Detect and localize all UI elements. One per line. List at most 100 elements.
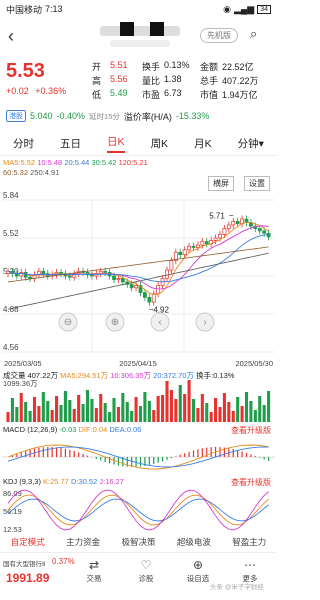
mktcap-label: 市值 bbox=[200, 90, 219, 100]
candle-body bbox=[147, 297, 152, 303]
change-value: +0.02 bbox=[6, 86, 29, 96]
premium-label: 溢价率(H/A) bbox=[123, 111, 172, 122]
ind-tab-custom[interactable]: 自定模式 bbox=[11, 536, 45, 552]
index-change: 0.37% bbox=[52, 557, 75, 566]
volume-bar bbox=[138, 406, 143, 422]
ind-tab-wave[interactable]: 超级电波 bbox=[177, 536, 211, 552]
tab-monthly-k[interactable]: 月K bbox=[194, 136, 212, 151]
nav-trade[interactable]: ⇄ 交易 bbox=[76, 557, 112, 584]
volume-bar bbox=[125, 402, 129, 422]
macd-bar bbox=[237, 450, 239, 457]
candle-body bbox=[200, 241, 205, 246]
annotation-label: 5.71 bbox=[209, 211, 225, 220]
candle-body bbox=[187, 245, 191, 251]
ma20-line bbox=[7, 233, 269, 283]
macd-bar bbox=[201, 448, 203, 457]
nav-diagnose-label: 诊股 bbox=[138, 574, 154, 583]
hk-share-row[interactable]: 港股 5.040 -0.40% 延时15分 溢价率(H/A) -15.33% bbox=[0, 109, 277, 123]
candle-body bbox=[266, 232, 271, 238]
x-tick-label: 2025/05/30 bbox=[235, 359, 273, 368]
tab-five-day[interactable]: 五日 bbox=[60, 136, 81, 151]
trade-icon: ⇄ bbox=[88, 558, 100, 572]
y-tick-label: 5.52 bbox=[3, 229, 19, 238]
candle-body bbox=[204, 241, 209, 245]
macd-bar bbox=[104, 457, 106, 463]
period-tabs: 分时 五日 日K 周K 月K 分钟▾ bbox=[0, 132, 277, 156]
ratio-label: 量比 bbox=[142, 76, 161, 86]
candle-body bbox=[182, 249, 187, 255]
candle-body bbox=[213, 237, 218, 241]
pro-version-button[interactable]: 先机版 bbox=[200, 28, 238, 43]
zoom-control-icon: ⊖ bbox=[64, 317, 72, 328]
volume-bar bbox=[10, 398, 14, 422]
volume-bar bbox=[99, 394, 103, 422]
candlestick-chart[interactable]: 5.845.525.204.884.565.714.922025/03/0520… bbox=[0, 176, 277, 370]
macd-bar bbox=[47, 447, 49, 457]
macd-bar bbox=[267, 457, 270, 461]
ind-tab-decision[interactable]: 极智决策 bbox=[121, 536, 155, 552]
nav-trade-label: 交易 bbox=[86, 574, 102, 583]
zoom-control-icon: ⊕ bbox=[111, 317, 119, 328]
amount-value: 22.52亿 bbox=[222, 62, 254, 72]
kdj-axis-label: 12.53 bbox=[3, 525, 22, 534]
volume-bar bbox=[244, 392, 249, 422]
volume-bar bbox=[77, 395, 81, 422]
volume-bar bbox=[15, 407, 19, 422]
pe-value: 6.73 bbox=[164, 88, 182, 98]
volume-bar bbox=[227, 402, 231, 422]
macd-bar bbox=[139, 457, 142, 467]
nav-diagnose[interactable]: ♡ 诊股 bbox=[128, 557, 164, 584]
candle-body bbox=[156, 285, 161, 295]
nav-more[interactable]: ⋯ 更多 bbox=[232, 557, 268, 584]
wifi-icon: ◉ bbox=[223, 3, 231, 14]
volume-bar bbox=[191, 399, 196, 422]
macd-bar bbox=[148, 457, 150, 466]
kdj-chart[interactable]: 86.09 56.19 12.53 bbox=[0, 485, 277, 535]
candle-body bbox=[103, 270, 108, 273]
clock: 7:13 bbox=[45, 4, 63, 14]
price-change: +0.02 +0.36% bbox=[6, 86, 66, 96]
macd-bar bbox=[259, 457, 261, 458]
search-icon[interactable]: ⌕ bbox=[250, 26, 257, 42]
macd-bar bbox=[263, 457, 265, 460]
macd-bar bbox=[241, 451, 243, 457]
index-value[interactable]: 1991.89 bbox=[6, 571, 49, 585]
tab-weekly-k[interactable]: 周K bbox=[151, 136, 169, 151]
bottom-bar: 国有大型银行Ⅱ 0.37% 1991.89 ⇄ 交易 ♡ 诊股 ⊕ 设自选 ⋯ … bbox=[0, 552, 277, 600]
macd-bar bbox=[184, 453, 186, 457]
volume-bar bbox=[68, 400, 72, 422]
open-value: 5.51 bbox=[110, 60, 128, 70]
candle-body bbox=[41, 270, 46, 274]
volume-chart[interactable]: 1099.36万 bbox=[0, 378, 277, 424]
ma5-value: MA5:5.52 bbox=[3, 158, 36, 167]
pe-label: 市盈 bbox=[142, 90, 161, 100]
volume-bar bbox=[214, 398, 218, 422]
nav-add-watchlist[interactable]: ⊕ 设自选 bbox=[180, 557, 216, 584]
macd-bar bbox=[210, 447, 212, 457]
tab-minute[interactable]: 分钟▾ bbox=[238, 136, 264, 151]
volume-bar bbox=[161, 395, 165, 422]
more-icon: ⋯ bbox=[244, 558, 256, 572]
macd-chart[interactable] bbox=[0, 433, 277, 475]
low-value: 5.49 bbox=[110, 88, 128, 98]
back-icon[interactable]: ‹ bbox=[8, 26, 14, 47]
ind-tab-smart-main[interactable]: 智盈主力 bbox=[232, 536, 266, 552]
volume-bar bbox=[6, 412, 10, 422]
turnover-value: 0.13% bbox=[164, 60, 190, 70]
ind-tab-main-capital[interactable]: 主力资金 bbox=[66, 536, 100, 552]
stock-name-blurred bbox=[100, 26, 180, 36]
volume-bar bbox=[90, 399, 94, 422]
macd-bar bbox=[100, 457, 102, 461]
stock-code-blurred bbox=[110, 40, 170, 47]
ma10-line bbox=[7, 225, 269, 290]
hk-tag: 港股 bbox=[6, 110, 26, 122]
tab-intraday[interactable]: 分时 bbox=[13, 136, 34, 151]
volume-bar bbox=[169, 390, 173, 422]
tab-daily-k[interactable]: 日K bbox=[107, 134, 125, 153]
macd-bar bbox=[42, 447, 44, 457]
candle-body bbox=[226, 224, 231, 229]
volume-bar bbox=[63, 391, 67, 422]
volume-bar bbox=[72, 409, 76, 422]
macd-bar bbox=[179, 454, 181, 457]
candle-body bbox=[191, 245, 196, 248]
